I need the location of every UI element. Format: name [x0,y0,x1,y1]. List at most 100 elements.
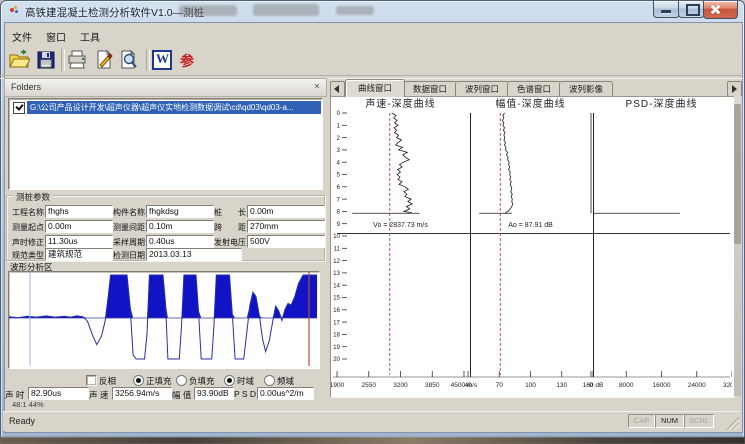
close-button[interactable] [703,1,738,19]
tab-1[interactable]: 曲线窗口 [345,79,405,97]
item-checkbox[interactable] [13,102,25,114]
fill-negative-radio[interactable] [176,375,187,386]
x-tick-label: 130 [556,382,567,389]
print-preview-button[interactable] [116,47,142,73]
minimize-icon [661,10,671,13]
caps-indicator: CAP [628,414,655,428]
open-file-button[interactable] [6,47,32,73]
tab-2[interactable]: 数据窗口 [403,81,457,96]
menu-item-tools[interactable]: 工具 [76,27,104,46]
folder-list-item[interactable]: G:\公司产品设计开发\超声仪器\超声仪实地检测数据调试\cd\qd03\qd0… [10,101,321,114]
x-tick-label: 160 dB [583,382,604,389]
clipped-text: 48:1 44% [12,400,92,407]
page-tool-icon [93,49,115,71]
print-setup-button[interactable] [91,47,117,73]
x-tick-label: 24000 [688,382,706,389]
printer-icon [66,49,88,71]
time-domain-label: 时域 [237,375,254,387]
param-label: 测量起点 [12,222,44,233]
depth-tick-label: 16 [333,307,340,314]
x-tick-label: 16000 [652,382,670,389]
item-path: G:\公司产品设计开发\超声仪器\超声仪实地检测数据调试\cd\qd03\qd0… [27,101,321,114]
depth-tick-label: 10 [333,233,340,240]
depth-tick-label: 5 [337,172,341,179]
menu-item-window[interactable]: 窗口 [42,27,70,46]
open-folder-icon [8,49,30,71]
x-tick-label: 1900 [331,382,345,389]
param-label: 声时修正 [12,237,44,248]
param-input[interactable]: 0.40us [146,235,214,248]
param-label: 规范类型 [12,250,44,261]
desktop-strip [0,437,745,444]
param-input[interactable]: 11.30us [45,235,113,248]
sound-velocity-field[interactable]: 3256.94m/s [112,387,172,400]
tab-4[interactable]: 色谱窗口 [507,81,561,96]
scroll-indicator: SCRL [684,414,714,428]
menu-item-file[interactable]: 文件 [8,27,36,46]
param-input[interactable]: fhgkdsg [146,205,214,218]
print-button[interactable] [64,47,90,73]
depth-tick-label: 14 [333,282,340,289]
depth-tick-label: 8 [337,209,341,216]
chart-annotation: Vo = 2837.73 m/s [373,222,428,229]
param-input[interactable]: 500V [247,235,325,248]
param-input[interactable]: 270mm [247,220,325,233]
depth-curve [502,113,512,213]
tab-3[interactable]: 波列窗口 [455,81,509,96]
word-export-button[interactable]: W [149,47,175,73]
minimize-button[interactable] [653,1,680,18]
depth-tick-label: 13 [333,270,340,277]
chart-scrollbar[interactable] [734,96,741,396]
chart-annotation: Ao = 87.91 dB [508,222,553,229]
param-input[interactable]: 0.00m [45,220,113,233]
psd-field[interactable]: 0.00us^2/m [257,387,314,400]
tab-5[interactable]: 波列影像 [559,81,613,96]
curve-chart-area[interactable]: 01234567891011121314151617181920声速-深度曲线1… [330,96,735,398]
tab-scroll-left-button[interactable] [330,81,345,97]
waveform-fill [9,275,317,318]
maximize-icon [686,4,700,16]
invert-label: 反相 [99,375,116,387]
fill-positive-radio[interactable] [133,375,144,386]
freq-domain-radio[interactable] [264,375,275,386]
param-input[interactable]: fhghs [45,205,113,218]
param-input[interactable]: 0.00m [247,205,325,218]
param-input[interactable]: 0.10m [146,220,214,233]
amplitude-field[interactable]: 93.90dB [194,387,234,400]
amplitude-label: 幅 值 [172,389,191,401]
freq-domain-label: 频域 [277,375,294,387]
resize-grip[interactable] [726,417,739,430]
tab-scroll-right-button[interactable] [727,81,742,97]
param-label: 采样周期 [113,237,145,248]
param-label: 跨 距 [214,222,246,233]
pile-params-group: 测桩参数 工程名称fhghs构件名称fhgkdsg桩 长0.00m测量起点0.0… [6,195,325,261]
chart-title: 幅值-深度曲线 [495,97,565,110]
scrollbar-thumb[interactable] [734,104,741,244]
redaction-blur [336,6,374,15]
folder-list[interactable]: G:\公司产品设计开发\超声仪器\超声仪实地检测数据调试\cd\qd03\qd0… [8,98,323,190]
param-char-icon: 参 [180,51,194,71]
x-tick-label: 32000 [723,382,732,389]
depth-tick-label: 9 [337,221,341,228]
param-label: 构件名称 [113,207,145,218]
invert-checkbox[interactable] [86,375,97,386]
psd-label: P S D [234,389,256,399]
save-button[interactable] [33,47,59,73]
param-input[interactable]: 建筑规范 [45,248,113,261]
param-label: 发射电压 [214,237,246,248]
window-title: 高铁建混凝土检测分析软件V1.0—测桩 [25,5,204,20]
waveform-canvas[interactable] [8,271,320,369]
x-tick-label: 2550 [362,382,377,389]
x-tick-label: 100 [525,382,536,389]
time-domain-radio[interactable] [224,375,235,386]
depth-tick-label: 12 [333,258,340,265]
folders-close-icon[interactable]: × [311,81,323,93]
maximize-button[interactable] [678,1,705,18]
param-input[interactable]: 2013.03.13 [146,248,242,261]
right-arrow-icon [732,85,737,93]
parameters-button[interactable]: 参 [175,47,201,73]
depth-tick-label: 7 [337,196,341,203]
fill-negative-label: 负填充 [189,375,215,387]
sound-time-field[interactable]: 82.90us [28,387,89,400]
depth-tick-label: 4 [337,159,341,166]
